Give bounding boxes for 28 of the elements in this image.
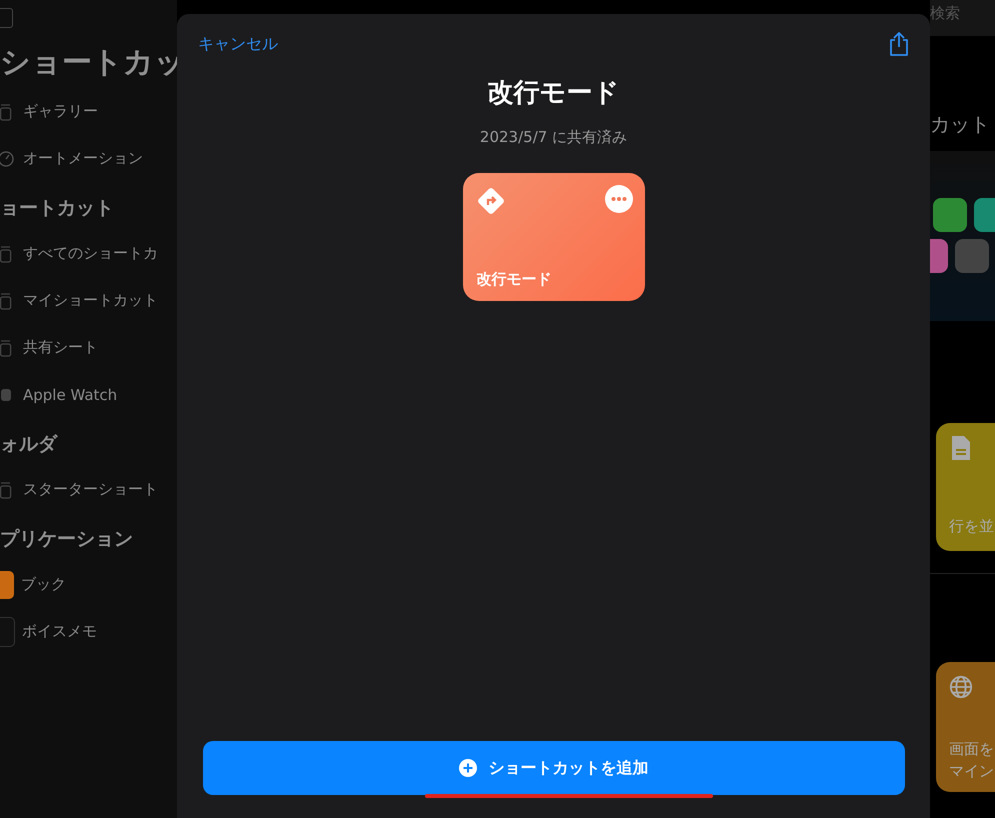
- plus-icon: [458, 759, 476, 777]
- more-icon[interactable]: [604, 185, 632, 213]
- sidebar-item[interactable]: マイショートカット: [0, 277, 177, 324]
- shared-date: 2023/5/7 に共有済み: [480, 128, 628, 147]
- sidebar-item[interactable]: ギャラリー: [0, 88, 177, 135]
- share-icon[interactable]: [888, 31, 910, 57]
- card-label: マイン: [949, 761, 995, 782]
- sidebar-item[interactable]: ボイスメモ: [0, 608, 177, 655]
- tile-label: 改行モード: [476, 270, 552, 289]
- sheet-title: 改行モード: [488, 77, 620, 110]
- add-shortcut-button[interactable]: ショートカットを追加: [202, 741, 904, 795]
- card-label: 行を並: [949, 516, 995, 537]
- sidebar-item[interactable]: スターターショート: [0, 466, 177, 513]
- globe-icon: [949, 674, 973, 700]
- sidebar-item[interactable]: Apple Watch: [0, 371, 177, 418]
- section-heading: ォルダ: [0, 432, 59, 457]
- clock-icon: [0, 150, 16, 168]
- sidebar-toggle-icon[interactable]: [0, 8, 13, 28]
- sidebar-item[interactable]: 共有シート: [0, 324, 177, 371]
- section-heading: プリケーション: [0, 527, 134, 552]
- sidebar-item[interactable]: ブック: [0, 561, 177, 608]
- card-label: 画面を: [949, 739, 995, 760]
- sidebar-item[interactable]: すべてのショートカ: [0, 230, 177, 277]
- section-heading: ョートカット: [0, 196, 115, 221]
- sidebar-item[interactable]: オートメーション: [0, 135, 177, 182]
- section-heading: カット: [930, 111, 991, 138]
- document-icon: [949, 435, 973, 461]
- cancel-link[interactable]: キャンセル: [198, 34, 278, 54]
